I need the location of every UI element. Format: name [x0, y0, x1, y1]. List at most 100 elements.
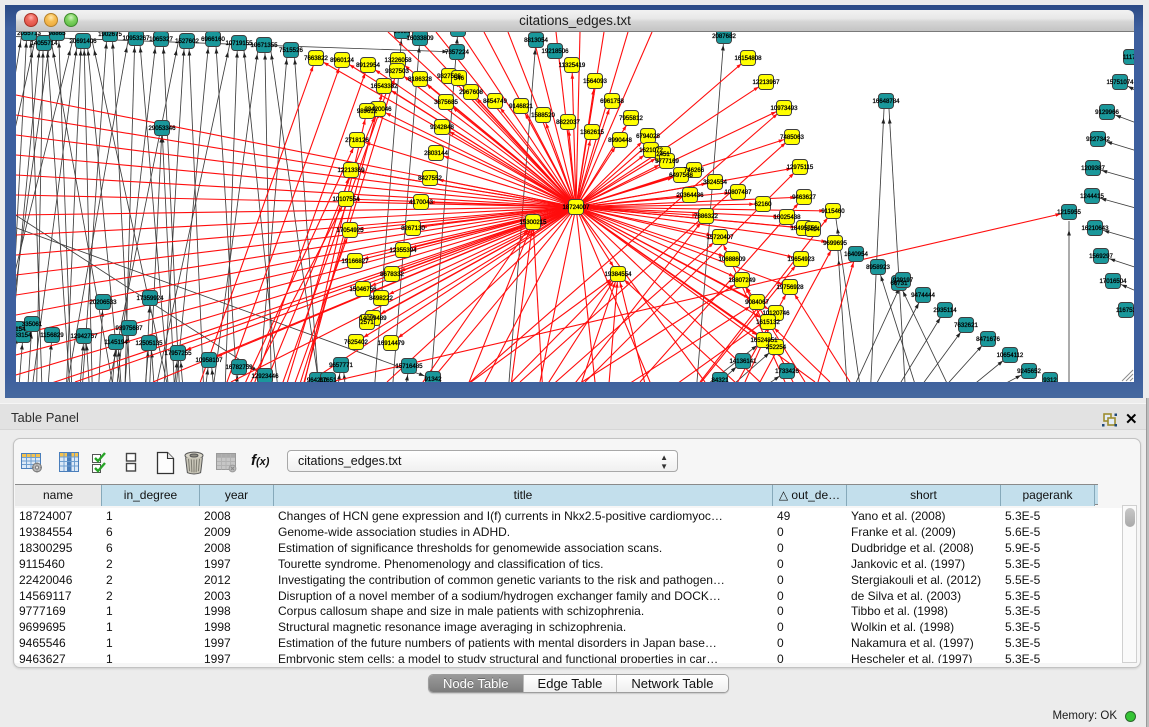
svg-text:8990448: 8990448: [608, 137, 632, 144]
svg-text:8958923: 8958923: [866, 264, 890, 271]
svg-text:6497568: 6497568: [669, 172, 693, 179]
svg-text:17359924: 17359924: [136, 295, 164, 302]
svg-text:1362615: 1362615: [580, 129, 604, 136]
svg-text:19384554: 19384554: [604, 271, 632, 278]
svg-text:1065327: 1065327: [149, 36, 173, 43]
svg-text:11178: 11178: [1123, 54, 1134, 61]
svg-text:17016504: 17016504: [1099, 278, 1127, 285]
svg-text:6966160: 6966160: [201, 36, 225, 43]
svg-text:1588520: 1588520: [531, 112, 555, 119]
svg-text:93975687: 93975687: [115, 325, 143, 332]
svg-text:9242848: 9242848: [430, 124, 454, 131]
svg-text:6414: 6414: [806, 226, 820, 233]
svg-text:18807249: 18807249: [728, 277, 756, 284]
svg-text:1902675: 1902675: [98, 32, 122, 38]
svg-text:8454749: 8454749: [483, 98, 507, 105]
svg-text:9312: 9312: [1043, 377, 1057, 382]
svg-text:6794028: 6794028: [636, 133, 660, 140]
svg-text:10107554: 10107554: [332, 196, 360, 203]
svg-text:929197: 929197: [893, 277, 914, 284]
svg-text:8427552: 8427552: [418, 175, 442, 182]
svg-text:84321: 84321: [712, 377, 730, 382]
svg-text:19218506: 19218506: [541, 48, 569, 55]
svg-text:2571: 2571: [360, 319, 374, 326]
svg-text:10120746: 10120746: [762, 310, 790, 317]
svg-text:2451: 2451: [656, 151, 670, 158]
svg-text:9474444: 9474444: [911, 292, 935, 299]
svg-text:8822037: 8822037: [556, 119, 580, 126]
svg-text:62160: 62160: [755, 201, 773, 208]
svg-text:1209387: 1209387: [1081, 165, 1105, 172]
svg-text:9227342: 9227342: [1086, 136, 1110, 143]
svg-text:252254: 252254: [766, 344, 787, 351]
svg-text:1615132: 1615132: [756, 319, 780, 326]
svg-text:15300215: 15300215: [519, 219, 547, 226]
svg-text:2718126: 2718126: [345, 137, 369, 144]
svg-text:7955812: 7955812: [619, 115, 643, 122]
svg-text:10958107: 10958107: [195, 357, 223, 364]
svg-text:8186328: 8186328: [408, 76, 432, 83]
svg-text:15716485: 15716485: [395, 363, 423, 370]
svg-text:2087682: 2087682: [712, 33, 736, 40]
svg-text:9245652: 9245652: [1017, 368, 1041, 375]
svg-text:16154808: 16154808: [734, 55, 762, 62]
svg-text:15720407: 15720407: [706, 234, 734, 241]
svg-text:14055714: 14055714: [30, 40, 58, 47]
svg-text:10807487: 10807487: [724, 189, 752, 196]
svg-text:9699695: 9699695: [823, 240, 847, 247]
svg-text:33154: 33154: [16, 332, 32, 339]
svg-text:20206533: 20206533: [89, 299, 117, 306]
svg-text:8912954: 8912954: [356, 62, 380, 69]
svg-text:16782759: 16782759: [225, 364, 253, 371]
svg-text:7515526: 7515526: [279, 47, 303, 54]
svg-text:20364436: 20364436: [676, 192, 704, 199]
svg-text:9129966: 9129966: [1095, 109, 1119, 116]
svg-text:12213369: 12213369: [337, 167, 365, 174]
svg-text:3824554: 3824554: [703, 179, 727, 186]
svg-text:15751074: 15751074: [1106, 79, 1134, 86]
svg-text:18724007: 18724007: [562, 204, 590, 211]
svg-text:735722: 735722: [448, 32, 469, 33]
svg-text:12923446: 12923446: [251, 373, 279, 380]
svg-text:3875685: 3875685: [434, 99, 458, 106]
svg-text:87651: 87651: [320, 377, 338, 382]
svg-text:12213967: 12213967: [752, 79, 780, 86]
svg-text:10973493: 10973493: [770, 105, 798, 112]
svg-text:8267130: 8267130: [401, 225, 425, 232]
svg-text:7485063: 7485063: [780, 134, 804, 141]
svg-text:2935114: 2935114: [933, 307, 957, 314]
svg-text:9084067: 9084067: [745, 299, 769, 306]
svg-text:16210643: 16210643: [1081, 225, 1109, 232]
svg-text:1215955: 1215955: [1057, 209, 1081, 216]
svg-text:9115460: 9115460: [821, 208, 845, 215]
svg-text:1244415: 1244415: [1080, 193, 1104, 200]
svg-text:116753: 116753: [1116, 307, 1134, 314]
svg-text:17957255: 17957255: [164, 350, 192, 357]
svg-text:1527602: 1527602: [175, 38, 199, 45]
svg-text:9777169: 9777169: [655, 158, 679, 165]
svg-text:20691406: 20691406: [69, 38, 97, 45]
svg-text:14136141: 14136141: [729, 358, 757, 365]
svg-text:16914479: 16914479: [377, 340, 405, 347]
svg-text:8678332: 8678332: [380, 271, 404, 278]
svg-text:16524851: 16524851: [750, 337, 778, 344]
svg-text:1733426: 1733426: [775, 368, 799, 375]
svg-text:19654923: 19654923: [787, 256, 815, 263]
svg-text:9327503: 9327503: [385, 68, 409, 75]
svg-text:989612: 989612: [357, 108, 378, 115]
svg-text:1156829: 1156829: [40, 332, 64, 339]
svg-text:2055713: 2055713: [17, 32, 41, 37]
svg-text:8813054: 8813054: [524, 37, 548, 44]
svg-text:11325419: 11325419: [559, 62, 586, 69]
svg-text:6961758: 6961758: [600, 98, 624, 105]
svg-text:12942757: 12942757: [70, 333, 98, 340]
svg-text:16543382: 16543382: [370, 83, 398, 90]
svg-text:10719155: 10719155: [225, 40, 253, 47]
svg-text:9463627: 9463627: [792, 194, 816, 201]
svg-text:1564093: 1564093: [583, 78, 607, 85]
svg-text:2967608: 2967608: [459, 89, 483, 96]
svg-text:12975115: 12975115: [787, 164, 814, 171]
svg-text:335061: 335061: [22, 321, 43, 328]
svg-text:1569297: 1569297: [1089, 253, 1113, 260]
svg-text:2803144: 2803144: [424, 150, 448, 157]
